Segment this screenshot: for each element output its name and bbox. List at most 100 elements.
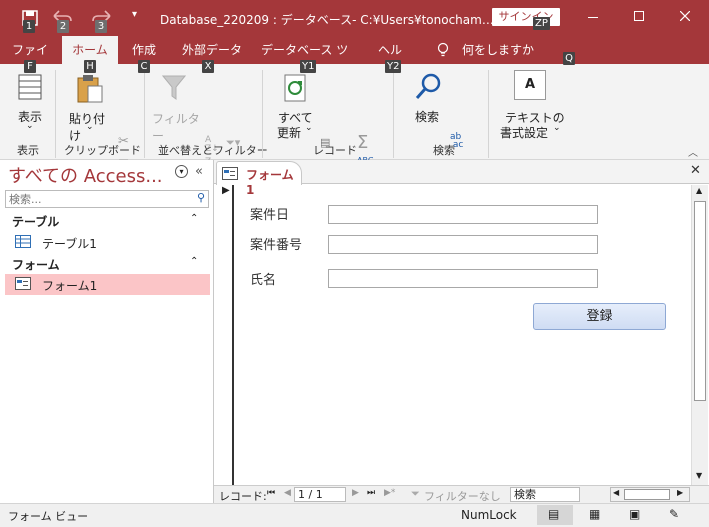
record-position-field[interactable]: 1 / 1 <box>294 487 346 502</box>
paste-button[interactable]: 貼り付け ⌄ <box>66 68 114 143</box>
navpane-search-icon[interactable]: ⚲ <box>197 191 205 204</box>
view-button[interactable]: 表示 ⌄ <box>10 68 50 134</box>
close-icon[interactable] <box>680 11 690 21</box>
filter-status-icon: ⏷ <box>411 487 420 500</box>
field-label-name: 氏名 <box>250 273 277 288</box>
nav-section-tables[interactable]: テーブル ⌃ <box>0 212 213 230</box>
separator <box>488 70 489 158</box>
previous-record-icon[interactable]: ◀ <box>284 488 291 498</box>
text-formatting-button[interactable]: A テキストの 書式設定 ⌄ <box>496 68 566 140</box>
nav-item-form1[interactable]: フォーム1 <box>5 274 210 295</box>
field-label-date: 案件日 <box>250 208 290 223</box>
record-position-value: 1 / 1 <box>298 488 323 501</box>
record-selector[interactable]: ▶ <box>217 185 234 485</box>
nav-section-tables-label: テーブル <box>12 215 60 229</box>
scroll-right-icon[interactable]: ▶ <box>677 488 683 497</box>
datasheet-view-icon <box>18 74 42 100</box>
group-records-label: レコード <box>313 144 357 157</box>
first-record-icon[interactable]: ⏮ <box>267 488 275 498</box>
design-view-icon[interactable]: ✎ <box>669 507 679 521</box>
scroll-left-icon[interactable]: ◀ <box>613 488 619 497</box>
status-bar: フォーム ビュー NumLock ▤ ▦ ▣ ✎ <box>0 503 709 527</box>
document-tab-strip: フォーム1 ✕ <box>214 160 709 197</box>
status-numlock: NumLock <box>461 508 517 522</box>
navpane-title[interactable]: すべての Access... <box>8 162 163 188</box>
datasheet-view-icon[interactable]: ▦ <box>589 507 600 521</box>
filter-status-label[interactable]: フィルターなし <box>424 488 501 504</box>
keytip-undo: 2 <box>57 20 69 33</box>
navpane-menu-icon[interactable]: ▾ <box>175 165 188 178</box>
text-format-label-2: 書式設定 <box>500 126 549 140</box>
tab-external-data-label: 外部データ <box>182 43 243 57</box>
view-dropdown-icon: ⌄ <box>26 121 34 131</box>
text-format-icon: A <box>514 70 546 100</box>
close-document-icon[interactable]: ✕ <box>690 163 701 178</box>
horizontal-scrollbar[interactable]: ◀ ▶ <box>610 487 690 502</box>
tell-me-label: 何をしますか <box>462 43 535 57</box>
refresh-label-2: 更新 <box>277 126 302 140</box>
register-button[interactable]: 登録 <box>533 303 666 330</box>
field-number-input[interactable] <box>328 235 598 254</box>
paste-dropdown-icon: ⌄ <box>86 122 94 132</box>
find-magnifier-icon <box>415 73 441 99</box>
refresh-dropdown-icon: ⌄ <box>305 123 313 133</box>
record-search-field[interactable]: 検索 <box>510 487 580 502</box>
scroll-up-icon[interactable]: ▲ <box>696 186 702 195</box>
register-button-label: 登録 <box>586 309 613 324</box>
paste-icon <box>77 75 103 103</box>
scroll-thumb[interactable] <box>694 201 706 401</box>
customize-qat-icon[interactable]: ▾ <box>132 9 137 20</box>
window-title: Database_220209 : データベース- C:¥Users¥tonoc… <box>160 13 494 27</box>
tab-home-label: ホーム <box>72 43 108 57</box>
keytip-help: Y2 <box>385 60 402 73</box>
tab-create-label: 作成 <box>132 43 157 57</box>
nav-section-forms-label: フォーム <box>12 258 60 272</box>
record-search-value: 検索 <box>514 488 536 501</box>
new-blank-record-icon[interactable]: ▶* <box>384 488 395 498</box>
ribbon-tab-bar: ファイル ホーム 作成 外部データ データベース ツール ヘルプ 何をしますか <box>0 36 709 85</box>
form-icon <box>222 167 238 180</box>
filter-funnel-icon <box>162 75 186 100</box>
scroll-down-icon[interactable]: ▼ <box>696 471 702 480</box>
nav-item-table1[interactable]: テーブル1 <box>5 232 210 252</box>
find-label: 検索 <box>415 110 440 124</box>
layout-view-icon[interactable]: ▣ <box>629 507 640 521</box>
nav-section-forms[interactable]: フォーム ⌃ <box>0 255 213 273</box>
text-format-dropdown-icon: ⌄ <box>553 123 561 133</box>
minimize-icon[interactable] <box>588 17 598 18</box>
ribbon: 表示 ⌄ 表示 貼り付け ⌄ ✂ ❐ ✎ クリップボード ↘ フィルター AZ↓… <box>0 64 709 217</box>
document-tab-form1[interactable]: フォーム1 <box>216 161 302 197</box>
collapse-ribbon-icon[interactable]: ︿ <box>688 144 698 159</box>
separator <box>262 70 263 158</box>
keytip-dbtools: Y1 <box>300 60 317 73</box>
field-name-input[interactable] <box>328 269 598 288</box>
totals-icon[interactable]: Σ <box>357 132 368 153</box>
navpane-search-input[interactable] <box>6 191 186 207</box>
hscroll-thumb[interactable] <box>624 489 670 500</box>
filter-button[interactable]: フィルター <box>150 68 200 143</box>
refresh-all-button[interactable]: すべて 更新 ⌄ <box>272 68 318 140</box>
group-sort-filter-label: 並べ替えとフィルター <box>158 144 268 157</box>
field-label-number: 案件番号 <box>250 238 303 253</box>
next-record-icon[interactable]: ▶ <box>352 488 359 498</box>
keytip-redo: 3 <box>95 20 107 33</box>
tell-me-search[interactable]: 何をしますか <box>462 36 542 64</box>
table-icon <box>15 235 31 248</box>
record-navigation-bar: レコード: ⏮ ◀ 1 / 1 ▶ ⏭ ▶* ⏷ フィルターなし 検索 ◀ ▶ <box>214 485 709 503</box>
group-clipboard-label: クリップボード <box>64 144 141 157</box>
title-bar: 1 2 3 ▾ Database_220209 : データベース- C:¥Use… <box>0 0 709 36</box>
maximize-icon[interactable] <box>634 11 644 21</box>
nav-item-table1-label: テーブル1 <box>42 237 97 251</box>
form-view-button[interactable]: ▤ <box>537 505 573 525</box>
form-view-icon: ▤ <box>548 507 560 521</box>
current-record-icon: ▶ <box>222 185 230 196</box>
lightbulb-icon <box>437 42 449 57</box>
navpane-collapse-icon[interactable]: « <box>195 164 203 179</box>
field-date-input[interactable] <box>328 205 598 224</box>
find-button[interactable]: 検索 <box>408 68 448 134</box>
form-icon <box>15 277 31 290</box>
nav-item-form1-label: フォーム1 <box>42 279 98 293</box>
navpane-search-field[interactable]: ⚲ <box>5 190 209 208</box>
vertical-scrollbar[interactable]: ▲ ▼ <box>691 185 708 485</box>
last-record-icon[interactable]: ⏭ <box>367 488 375 498</box>
